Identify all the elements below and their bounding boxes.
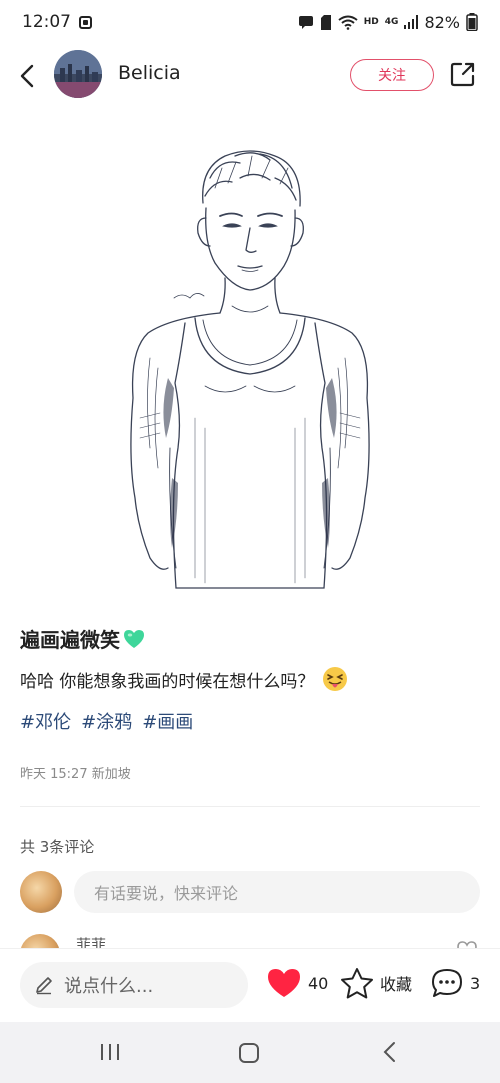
post-image[interactable] — [0, 118, 500, 610]
hd-label: HD — [363, 17, 379, 27]
share-icon[interactable] — [450, 61, 476, 87]
hashtags: #邓伦 #涂鸦 #画画 — [20, 708, 193, 734]
system-nav-bar — [0, 1022, 500, 1083]
message-icon — [298, 16, 313, 29]
pen-icon — [36, 977, 52, 995]
post-body: 哈哈 你能想象我画的时候在想什么吗？ — [20, 666, 348, 692]
battery-icon — [466, 13, 478, 31]
comment-count: 共 3条评论 — [20, 838, 95, 856]
hashtag[interactable]: #画画 — [142, 708, 193, 734]
battery-percent: 82% — [424, 12, 460, 32]
comment-button[interactable]: 3 — [430, 967, 480, 999]
favorite-button[interactable]: 收藏 — [340, 967, 412, 999]
status-time: 12:07 — [22, 12, 71, 32]
post-header: Belicia 关注 — [0, 44, 500, 108]
notification-icon — [79, 15, 92, 29]
signal-icon — [404, 15, 419, 29]
network-label: 4G — [384, 17, 399, 27]
tongue-face-emoji — [323, 667, 348, 691]
sketch-drawing — [130, 150, 370, 589]
heart-icon — [268, 969, 300, 997]
author-name[interactable]: Belicia — [118, 62, 181, 84]
nav-back-icon[interactable] — [380, 1040, 400, 1064]
status-bar: 12:07 HD 4G 82% — [0, 0, 500, 44]
post-title-text: 遍画遍微笑 — [20, 628, 120, 652]
action-bar: 说点什么... 40 收藏 3 — [0, 948, 500, 1022]
like-button[interactable]: 40 — [266, 967, 328, 999]
post-meta: 昨天 15:27 新加坡 — [20, 767, 131, 782]
favorite-label: 收藏 — [380, 975, 413, 994]
comment-bubble-icon — [432, 969, 462, 997]
star-icon — [341, 968, 373, 999]
author-avatar[interactable] — [54, 50, 102, 98]
hashtag[interactable]: #邓伦 — [20, 708, 71, 734]
green-heart-emoji — [124, 629, 144, 648]
home-icon[interactable] — [238, 1042, 260, 1064]
hashtag[interactable]: #涂鸦 — [81, 708, 132, 734]
recent-apps-icon[interactable] — [98, 1042, 122, 1062]
post-title: 遍画遍微笑 — [20, 624, 146, 653]
like-count: 40 — [308, 973, 329, 993]
follow-button[interactable]: 关注 — [350, 59, 434, 91]
say-something-placeholder: 说点什么... — [64, 976, 154, 997]
back-arrow-icon[interactable] — [16, 60, 40, 92]
post-body-text: 哈哈 你能想象我画的时候在想什么吗？ — [20, 671, 315, 692]
sim-icon — [320, 14, 331, 30]
city-skyline-image — [54, 50, 102, 98]
wifi-icon — [338, 15, 358, 30]
my-avatar — [20, 871, 62, 913]
comment-count-badge: 3 — [470, 973, 481, 993]
say-something-input[interactable]: 说点什么... — [20, 962, 248, 1008]
comment-input[interactable]: 有话要说，快来评论 — [74, 871, 480, 913]
divider — [20, 806, 480, 807]
